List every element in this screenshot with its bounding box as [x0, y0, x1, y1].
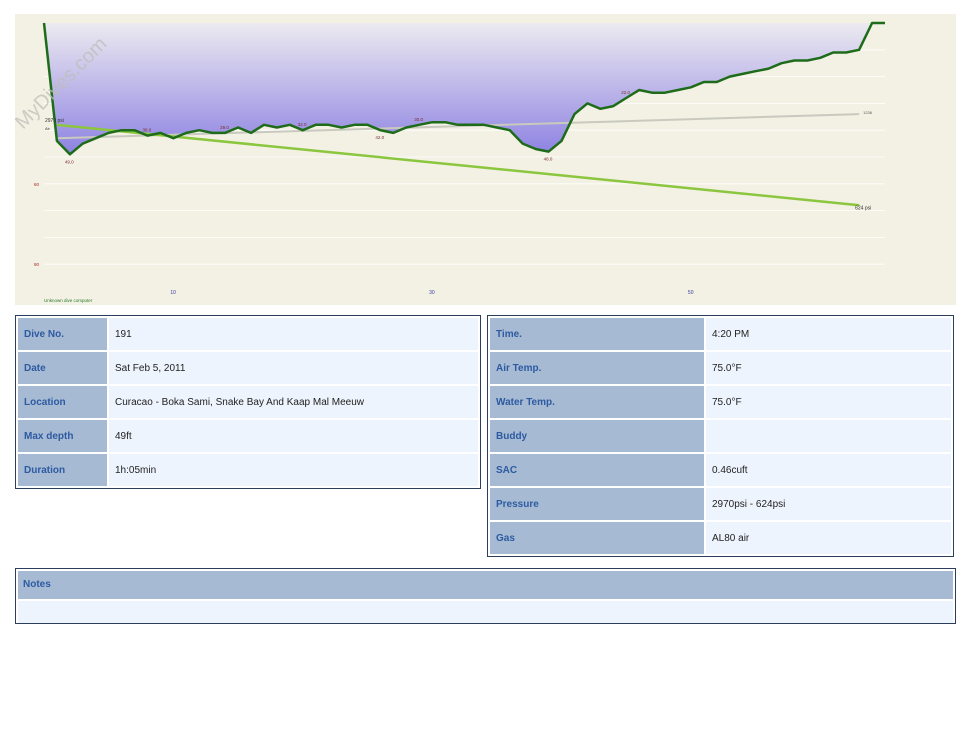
field-value: 75.0°F: [706, 352, 951, 384]
field-label: Time.: [490, 318, 704, 350]
table-row: Pressure 2970psi - 624psi: [490, 488, 951, 520]
depth-label: 29.0: [220, 125, 229, 130]
dive-info-table: Dive No. 191 Date Sat Feb 5, 2011 Location Cu…: [15, 315, 481, 489]
depth-label: 32.0: [298, 122, 307, 127]
field-value: 75.0°F: [706, 386, 951, 418]
field-label: Gas: [490, 522, 704, 554]
table-row: Location Curacao - Boka Sami, Snake Bay A…: [18, 386, 478, 418]
reference-label: 1236: [863, 110, 873, 115]
field-value: 2970psi - 624psi: [706, 488, 951, 520]
field-value: 4:20 PM: [706, 318, 951, 350]
field-value: Sat Feb 5, 2011: [109, 352, 478, 384]
field-value: [706, 420, 951, 452]
field-value: 0.46cuft: [706, 454, 951, 486]
device-label: Unknown dive computer: [44, 298, 93, 303]
gas-label: Air: [45, 126, 51, 131]
notes-value: [18, 601, 953, 623]
dive-profile-chart: 1236 49.0 38.0 29.0 32.0 42.0 30.0 48.0 22.0 29…: [15, 14, 956, 305]
depth-label: 42.0: [375, 135, 384, 140]
field-label: Pressure: [490, 488, 704, 520]
field-label: Buddy: [490, 420, 704, 452]
y-tick-label: 60: [34, 182, 40, 187]
field-value: AL80 air: [706, 522, 951, 554]
table-row: Time. 4:20 PM: [490, 318, 951, 350]
depth-label: 38.0: [143, 128, 152, 133]
pressure-start-label: 2970 psi: [45, 118, 64, 124]
table-row: Buddy: [490, 420, 951, 452]
depth-label: 49.0: [65, 159, 74, 164]
field-label: Air Temp.: [490, 352, 704, 384]
field-label: Max depth: [18, 420, 107, 452]
table-row: Gas AL80 air: [490, 522, 951, 554]
field-label: Water Temp.: [490, 386, 704, 418]
depth-label: 30.0: [414, 117, 423, 122]
field-value: Curacao - Boka Sami, Snake Bay And Kaap …: [109, 386, 478, 418]
field-label: Dive No.: [18, 318, 107, 350]
table-row: Dive No. 191: [18, 318, 478, 350]
depth-label: 22.0: [621, 90, 630, 95]
notes-label: Notes: [18, 571, 953, 599]
y-tick-label: 90: [34, 262, 40, 267]
field-label: SAC: [490, 454, 704, 486]
field-value: 191: [109, 318, 478, 350]
field-value: 1h:05min: [109, 454, 478, 486]
notes-panel: Notes: [15, 568, 956, 624]
table-row: Date Sat Feb 5, 2011: [18, 352, 478, 384]
pressure-end-label: 624 psi: [855, 205, 871, 211]
table-row: Duration 1h:05min: [18, 454, 478, 486]
table-row: Air Temp. 75.0°F: [490, 352, 951, 384]
field-value: 49ft: [109, 420, 478, 452]
field-label: Date: [18, 352, 107, 384]
depth-label: 48.0: [544, 157, 553, 162]
dive-conditions-table: Time. 4:20 PM Air Temp. 75.0°F Water Temp. 75…: [487, 315, 954, 557]
table-row: SAC 0.46cuft: [490, 454, 951, 486]
field-label: Duration: [18, 454, 107, 486]
x-tick-label: 10: [170, 290, 176, 296]
table-row: Max depth 49ft: [18, 420, 478, 452]
field-label: Location: [18, 386, 107, 418]
table-row: Water Temp. 75.0°F: [490, 386, 951, 418]
x-tick-label: 30: [429, 290, 435, 296]
x-tick-label: 50: [688, 290, 694, 296]
